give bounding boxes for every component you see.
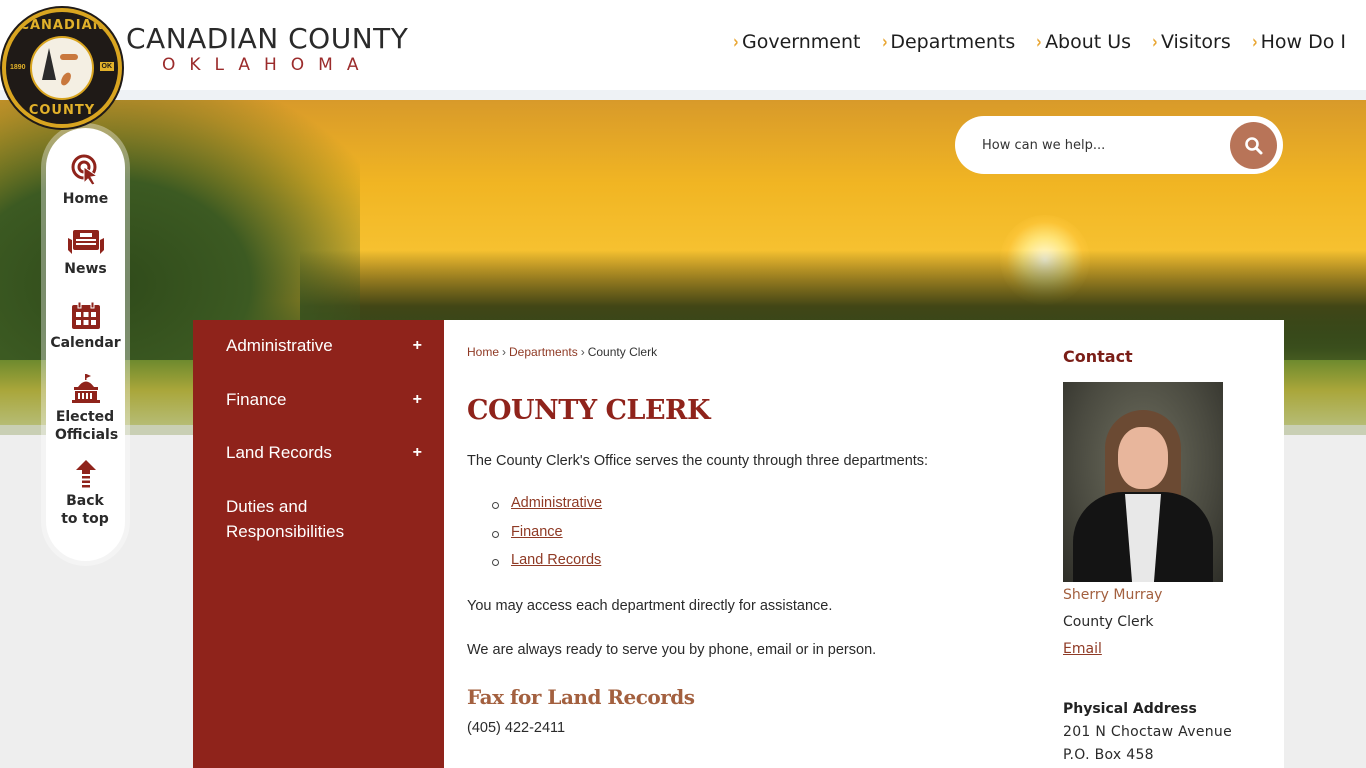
link-administrative[interactable]: Administrative [511, 495, 602, 511]
list-item: Finance [489, 524, 602, 553]
contact-heading: Contact [1063, 347, 1133, 366]
seal-center [30, 36, 94, 100]
fax-heading: Fax for Land Records [467, 685, 695, 709]
list-item: Land Records [489, 552, 602, 581]
chevron-right-icon: › [1036, 31, 1042, 53]
main-content: Home › Departments › County Clerk COUNTY CLE… [444, 320, 1284, 768]
ready-text: We are always ready to serve you by phon… [467, 642, 877, 658]
logo-title[interactable]: CANADIAN COUNTY [126, 22, 408, 55]
side-nav-item-administrative[interactable]: Administrative + [226, 333, 436, 358]
nav-label: Visitors [1160, 31, 1231, 53]
quick-link-home[interactable]: Home [46, 154, 125, 208]
contact-role: County Clerk [1063, 614, 1154, 630]
seal-top-text: CANADIAN [19, 18, 105, 33]
side-nav-item-finance[interactable]: Finance + [226, 387, 436, 412]
breadcrumb-departments[interactable]: Departments [509, 345, 578, 359]
capitol-building-icon [71, 374, 100, 403]
quick-link-back-to-top[interactable]: Back to top [46, 460, 125, 528]
header-divider [0, 90, 1366, 100]
expand-plus-icon[interactable]: + [413, 387, 422, 412]
search-icon [1244, 136, 1262, 154]
chevron-right-icon: › [733, 31, 739, 53]
breadcrumb-home[interactable]: Home [467, 345, 499, 359]
expand-plus-icon[interactable]: + [413, 440, 422, 465]
quick-link-label: Elected Officials [55, 409, 119, 443]
nav-government[interactable]: › Government [732, 31, 860, 53]
chevron-right-icon: › [1251, 31, 1258, 53]
link-land-records[interactable]: Land Records [511, 552, 601, 568]
newspaper-icon [67, 230, 104, 254]
breadcrumb-current: County Clerk [587, 345, 658, 359]
nav-label: About Us [1045, 31, 1132, 53]
nav-departments[interactable]: › Departments [881, 31, 1016, 53]
nav-about-us[interactable]: › About Us [1035, 31, 1131, 53]
contact-photo [1063, 382, 1223, 582]
oil-derrick-icon [42, 48, 56, 80]
quick-link-news[interactable]: News [46, 228, 125, 278]
county-seal-logo[interactable]: CANADIAN 1890 OK COUNTY [2, 8, 122, 128]
quick-link-elected-officials[interactable]: Elected Officials [46, 374, 125, 444]
nav-how-do-i[interactable]: › How Do I [1251, 31, 1346, 53]
side-nav-label: Finance [226, 390, 287, 409]
intro-text: The County Clerk's Office serves the cou… [467, 453, 929, 469]
pointer-click-icon [71, 154, 98, 186]
breadcrumb: Home › Departments › County Clerk [467, 345, 657, 359]
side-nav-label: Administrative [226, 336, 333, 355]
address-line: 201 N Choctaw Avenue [1063, 724, 1232, 740]
nav-label: Departments [890, 31, 1016, 53]
logo-subtitle[interactable]: OKLAHOMA [162, 55, 372, 75]
breadcrumb-separator: › [580, 345, 585, 359]
chevron-right-icon: › [1152, 31, 1158, 53]
fax-number: (405) 422-2411 [467, 720, 566, 736]
side-nav-label: Land Records [226, 443, 332, 462]
link-finance[interactable]: Finance [511, 524, 563, 540]
access-text: You may access each department directly … [467, 598, 833, 614]
contact-email-link[interactable]: Email [1063, 641, 1102, 657]
nav-label: How Do I [1260, 31, 1346, 53]
site-header: CANADIAN COUNTY OKLAHOMA › Government › … [0, 0, 1366, 90]
search-bar [955, 116, 1283, 174]
contact-name[interactable]: Sherry Murray [1063, 587, 1162, 603]
nav-label: Government [742, 31, 861, 53]
side-nav-item-duties[interactable]: Duties and Responsibilities [226, 494, 366, 544]
quick-link-label: Home [62, 191, 109, 207]
quick-links-bar: Home News Calendar Elected Officials Bac… [46, 128, 125, 561]
arrow-up-icon [75, 460, 96, 488]
department-links-list: Administrative Finance Land Records [489, 495, 602, 581]
search-button[interactable] [1230, 122, 1277, 169]
address-line: P.O. Box 458 [1063, 747, 1154, 763]
list-item: Administrative [489, 495, 602, 524]
quick-link-calendar[interactable]: Calendar [46, 302, 125, 352]
chevron-right-icon: › [881, 31, 888, 53]
search-input[interactable] [982, 137, 1222, 153]
expand-plus-icon[interactable]: + [413, 333, 422, 358]
seal-state: OK [99, 62, 114, 71]
department-side-nav: Administrative + Finance + Land Records … [193, 320, 444, 768]
quick-link-label: News [64, 261, 107, 277]
seal-year: 1890 [10, 64, 26, 71]
calendar-icon [71, 302, 100, 329]
side-nav-item-land-records[interactable]: Land Records + [226, 440, 436, 465]
side-nav-label: Duties and Responsibilities [226, 497, 345, 541]
longhorn-icon [60, 54, 78, 60]
breadcrumb-separator: › [502, 345, 507, 359]
seal-bottom-text: COUNTY [28, 103, 96, 118]
main-navigation: › Government › Departments › About Us › … [732, 31, 1346, 53]
quick-link-label: Back to top [61, 493, 109, 527]
photo-face [1118, 427, 1168, 489]
nav-visitors[interactable]: › Visitors [1151, 31, 1231, 53]
address-label: Physical Address [1063, 701, 1197, 717]
quick-link-label: Calendar [50, 335, 121, 351]
page-title: COUNTY CLERK [467, 395, 710, 426]
